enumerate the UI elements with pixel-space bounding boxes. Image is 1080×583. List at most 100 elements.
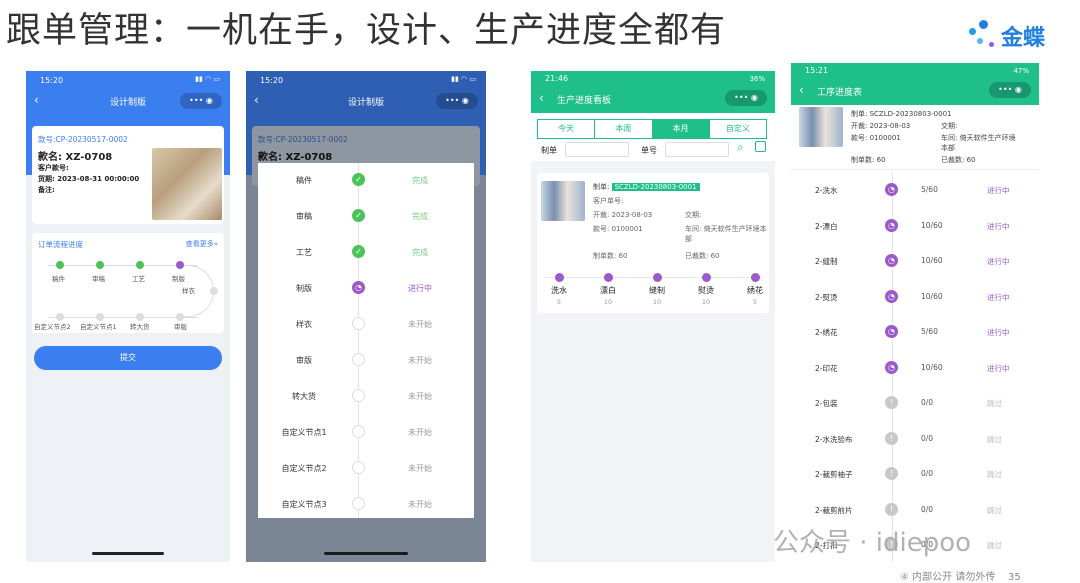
divider xyxy=(791,169,1039,170)
process-name: 2-水洗验布 xyxy=(815,434,853,444)
progress-row[interactable]: 审稿 ✓ 完成 xyxy=(258,199,474,235)
node-todo xyxy=(136,313,144,321)
submit-button[interactable]: 提交 xyxy=(34,346,222,370)
process-status: 进行中 xyxy=(987,257,1010,266)
phone-design-progress-sheet: 15:20 ▮▮ ◠ ▭ ‹ 设计制版 ••• ◉ 款号:CP-20230517-00… xyxy=(246,71,486,562)
page-title: 生产进度看板 xyxy=(557,96,612,106)
mini-menu-capsule[interactable]: ••• ◉ xyxy=(989,82,1031,98)
node-todo xyxy=(56,313,64,321)
step-status: 未开始 xyxy=(408,356,432,365)
skip-icon: ! xyxy=(885,396,898,409)
progress-row[interactable]: 审版 未开始 xyxy=(258,343,474,379)
process-qty: 5/60 xyxy=(921,327,938,336)
process-row[interactable]: 2-漂白 ◔ 10/60 进行中 xyxy=(791,209,1039,244)
phone-process-progress: 15:21 47% ‹ 工序进度表 ••• ◉ 制单: SCZLD-20230803-… xyxy=(791,63,1039,562)
order-no: 制单: SCZLD-20230803-0001 xyxy=(851,110,952,118)
tab-custom[interactable]: 自定义 xyxy=(710,120,766,138)
process-step[interactable]: 缝制 10 xyxy=(637,273,677,306)
process-status: 进行中 xyxy=(987,221,1010,231)
step-status: 未开始 xyxy=(408,464,432,473)
step-dot xyxy=(554,273,564,282)
process-name: 2-缝制 xyxy=(815,257,838,266)
step-status: 未开始 xyxy=(408,428,432,437)
process-row[interactable]: 2-印花 ◔ 10/60 进行中 xyxy=(791,351,1039,386)
process-row[interactable]: 2-熨烫 ◔ 10/60 进行中 xyxy=(791,280,1039,315)
step-count: 10 xyxy=(701,298,711,306)
progress-row[interactable]: 稿件 ✓ 完成 xyxy=(258,163,474,199)
tab-month[interactable]: 本月 xyxy=(652,120,710,138)
progress-row[interactable]: 转大货 未开始 xyxy=(258,379,474,415)
step-name: 绣花 xyxy=(747,286,763,295)
node-done xyxy=(136,261,144,269)
progress-row[interactable]: 制版 ◔ 进行中 xyxy=(258,271,474,307)
process-status: 跳过 xyxy=(987,470,1002,479)
delivery: 交期: xyxy=(941,122,958,130)
product-image xyxy=(541,181,585,221)
process-step[interactable]: 洗水 5 xyxy=(539,273,579,306)
process-row[interactable]: 2-洗水 ◔ 5/60 进行中 xyxy=(791,173,1039,208)
kingdee-logo: 金蝶 xyxy=(965,16,1075,56)
process-step[interactable]: 绣花 5 xyxy=(735,273,775,306)
mini-menu-capsule[interactable]: ••• ◉ xyxy=(436,93,478,109)
back-icon[interactable]: ‹ xyxy=(254,93,259,107)
node-label: 制版 xyxy=(172,275,185,283)
node-label: 自定义节点2 xyxy=(34,323,71,331)
progress-row[interactable]: 自定义节点3 未开始 xyxy=(258,487,474,523)
view-more-link[interactable]: 查看更多» xyxy=(186,239,218,249)
order-filter-input[interactable] xyxy=(565,142,629,157)
header-bar: 15:21 47% ‹ 工序进度表 ••• ◉ xyxy=(791,63,1039,105)
process-row[interactable]: 2-包装! 0/0 跳过 xyxy=(791,386,1039,421)
search-icon[interactable]: ⌕ xyxy=(737,140,744,155)
watermark: 公众号 · idiepoo xyxy=(773,528,972,558)
status-time: 21:46 xyxy=(545,74,569,83)
step-count: 5 xyxy=(556,298,562,306)
back-icon[interactable]: ‹ xyxy=(539,91,544,105)
step-name: 稿件 xyxy=(296,176,312,185)
progress-row[interactable]: 样衣 未开始 xyxy=(258,307,474,343)
step-name: 审版 xyxy=(296,356,312,365)
progress-row[interactable]: 工艺 ✓ 完成 xyxy=(258,235,474,271)
page-title: 设计制版 xyxy=(109,98,146,108)
process-step[interactable]: 熨烫 10 xyxy=(686,273,726,306)
skip-icon: ! xyxy=(885,502,898,516)
order-card[interactable]: 款号:CP-20230517-0002 款名: XZ-0708 客户款号: 货期… xyxy=(32,126,224,224)
footer-text: ④ 内部公开 请勿外传 xyxy=(900,572,996,583)
delivery: 交期: xyxy=(685,211,702,219)
process-status: 跳过 xyxy=(987,434,1002,444)
tab-today[interactable]: 今天 xyxy=(538,120,596,138)
process-step[interactable]: 漂白 10 xyxy=(588,273,628,306)
progress-row[interactable]: 自定义节点2 未开始 xyxy=(258,451,474,487)
clock-icon: ◔ xyxy=(352,281,365,294)
process-qty: 10/60 xyxy=(921,362,943,372)
status-battery: 47% xyxy=(1013,67,1029,75)
node-label: 样衣 xyxy=(182,287,195,295)
node-todo xyxy=(210,287,218,295)
pending-circle-icon xyxy=(352,353,365,366)
tab-week[interactable]: 本周 xyxy=(595,120,653,138)
step-name: 洗水 xyxy=(551,286,567,295)
node-todo xyxy=(176,313,184,321)
cut-date: 开裁: 2023-08-03 xyxy=(593,211,653,219)
production-order-card[interactable]: 制单: SCZLD-20230803-0001 客户单号: 开裁: 2023-0… xyxy=(537,173,769,313)
node-done xyxy=(56,261,64,269)
step-status: 进行中 xyxy=(408,284,432,293)
process-name: 2-印花 xyxy=(815,363,838,373)
scan-icon[interactable] xyxy=(755,141,766,152)
number-filter-input[interactable] xyxy=(665,142,729,157)
back-icon[interactable]: ‹ xyxy=(34,93,39,107)
process-row[interactable]: 2-缝制 ◔ 10/60 进行中 xyxy=(791,244,1039,279)
delivery-date: 货期: 2023-08-31 00:00:00 xyxy=(38,175,140,183)
node-doing xyxy=(176,261,184,269)
product-image xyxy=(799,107,843,147)
status-time: 15:20 xyxy=(40,76,64,85)
workshop: 车间: 倚天软件生产环境本部 xyxy=(941,134,1016,152)
design-sketch-image[interactable] xyxy=(152,148,222,220)
process-row[interactable]: 2-水洗验布! 0/0 跳过 xyxy=(791,422,1039,457)
back-icon[interactable]: ‹ xyxy=(799,83,804,97)
process-row[interactable]: 2-绣花 ◔ 5/60 进行中 xyxy=(791,315,1039,350)
mini-menu-capsule[interactable]: ••• ◉ xyxy=(180,93,222,109)
mini-menu-capsule[interactable]: ••• ◉ xyxy=(725,90,767,106)
cut-date: 开裁: 2023-08-03 xyxy=(851,122,911,130)
process-row[interactable]: 2-裁剪袖子! 0/0 跳过 xyxy=(791,457,1039,492)
progress-row[interactable]: 自定义节点1 未开始 xyxy=(258,415,474,451)
